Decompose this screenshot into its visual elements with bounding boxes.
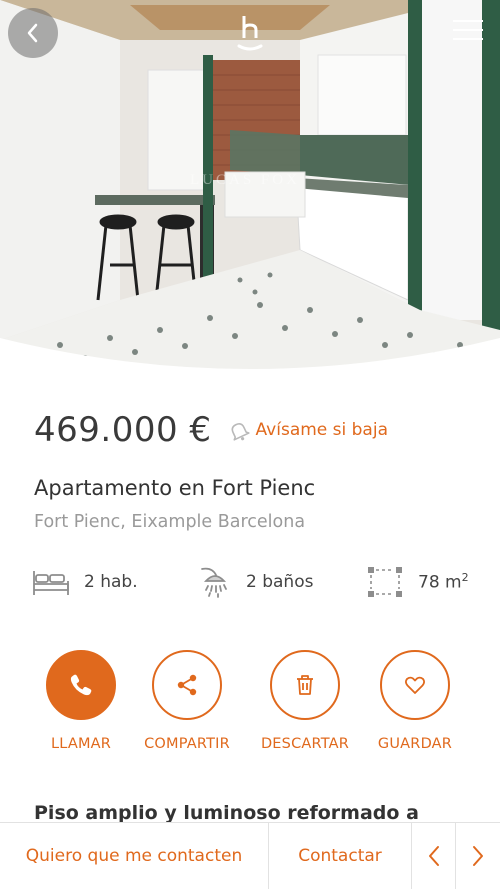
share-label: COMPARTIR: [144, 736, 230, 752]
property-title: Apartamento en Fort Pienc: [34, 476, 316, 500]
bedrooms-count: 2 hab.: [84, 572, 138, 592]
property-location: Fort Pienc, Eixample Barcelona: [34, 512, 306, 532]
save-button[interactable]: GUARDAR: [377, 650, 453, 752]
chevron-left-icon: [27, 23, 38, 43]
share-icon: [177, 674, 197, 696]
price-drop-alert-button[interactable]: Avísame si baja: [228, 418, 388, 442]
back-button[interactable]: [8, 8, 58, 58]
trash-icon: [297, 675, 313, 695]
shower-icon: [201, 567, 227, 598]
watermark: LUCAS FOX: [190, 172, 300, 188]
request-contact-label: Quiero que me contacten: [25, 846, 243, 866]
brand-h-logo: [237, 16, 263, 51]
bottom-contact-bar: Quiero que me contacten Contactar: [0, 822, 500, 889]
property-photo[interactable]: LUCAS FOX: [0, 0, 500, 370]
call-button[interactable]: LLAMAR: [46, 650, 116, 752]
contact-button[interactable]: Contactar: [269, 823, 412, 889]
discard-label: DESCARTAR: [260, 736, 350, 752]
bell-icon: [231, 423, 250, 441]
area-value: 78 m2: [418, 571, 469, 593]
price: 469.000 €: [34, 410, 212, 450]
chevron-left-icon: [428, 846, 439, 866]
action-buttons: LLAMAR COMPARTIR DESCARTAR GUARDAR: [0, 650, 500, 760]
chevron-right-icon: [473, 846, 483, 866]
bed-icon: [33, 571, 69, 595]
save-label: GUARDAR: [377, 736, 453, 752]
next-listing-button[interactable]: [456, 823, 500, 889]
price-drop-alert-label: Avísame si baja: [255, 420, 388, 440]
price-row: 469.000 € Avísame si baja: [34, 410, 388, 450]
contact-label: Contactar: [298, 846, 382, 866]
description-heading: Piso amplio y luminoso reformado a: [34, 802, 419, 824]
call-label: LLAMAR: [50, 736, 112, 752]
bathrooms-count: 2 baños: [246, 572, 314, 592]
share-button[interactable]: COMPARTIR: [144, 650, 230, 752]
discard-button[interactable]: DESCARTAR: [261, 650, 349, 752]
feature-bathrooms: 2 baños: [194, 564, 313, 600]
feature-area: 78 m2: [366, 564, 469, 600]
request-contact-button[interactable]: Quiero que me contacten: [0, 823, 269, 889]
floor-area-icon: [368, 567, 402, 597]
previous-listing-button[interactable]: [412, 823, 456, 889]
heart-icon: [404, 676, 426, 694]
property-features: 2 hab. 2 baños 78 m2: [32, 564, 472, 604]
feature-bedrooms: 2 hab.: [32, 564, 138, 600]
hamburger-menu-icon[interactable]: [444, 10, 492, 50]
phone-icon: [70, 674, 92, 696]
